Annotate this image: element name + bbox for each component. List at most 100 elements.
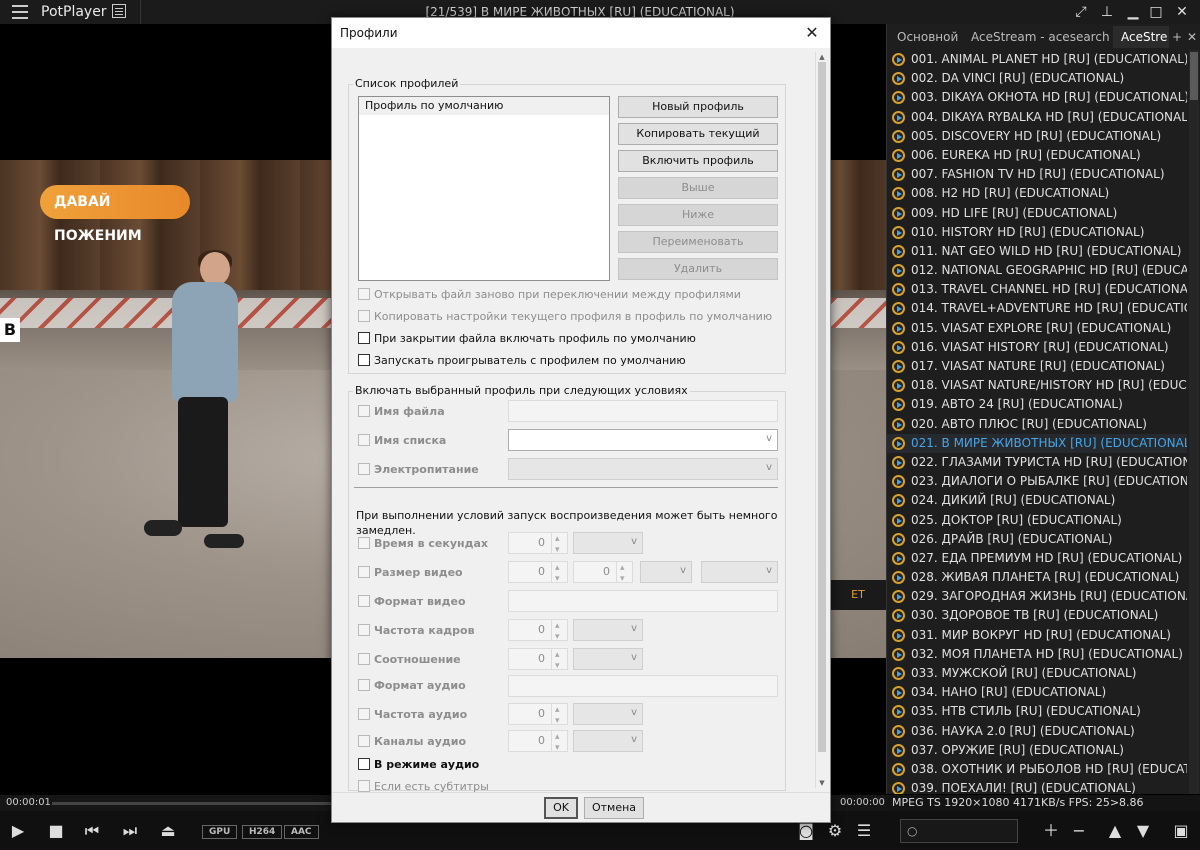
playlist-item[interactable]: 038. ОХОТНИК И РЫБОЛОВ HD [RU] (EDUCATIO… [887,760,1187,779]
move-up-button[interactable]: Выше [618,177,778,199]
playlist-search-input[interactable]: ○ [900,819,1018,843]
tab-acesearch[interactable]: AceStream - acesearch [963,26,1109,48]
play-icon[interactable]: ▶ [8,821,28,841]
playlist-item[interactable]: 021. В МИРЕ ЖИВОТНЫХ [RU] (EDUCATIONAL) [887,433,1187,453]
move-down-icon[interactable]: ▼ [1133,821,1153,841]
audio-channels-checkbox[interactable]: Каналы аудио [358,734,466,750]
playlist-item[interactable]: 016. VIASAT HISTORY [RU] (EDUCATIONAL) [887,338,1187,357]
scroll-down-icon[interactable]: ▼ [817,778,827,788]
listname-checkbox[interactable]: Имя списка [358,433,446,449]
filename-input[interactable] [508,400,778,422]
time-unit-combo[interactable]: v [573,532,643,554]
start-default-checkbox[interactable]: Запускать проигрыватель с профилем по ум… [358,353,686,369]
delete-button[interactable]: Удалить [618,258,778,280]
playlist-item[interactable]: 035. НТВ СТИЛЬ [RU] (EDUCATIONAL) [887,702,1187,721]
audio-rate-checkbox[interactable]: Частота аудио [358,707,467,723]
playlist-item[interactable]: 030. ЗДОРОВОЕ ТВ [RU] (EDUCATIONAL) [887,606,1187,625]
playlist-item[interactable]: 006. EUREKA HD [RU] (EDUCATIONAL) [887,146,1187,165]
scroll-up-icon[interactable]: ▲ [817,52,827,62]
audio-rate-spinner[interactable]: 0 [508,700,568,731]
filename-checkbox[interactable]: Имя файла [358,404,445,420]
eject-icon[interactable]: ⏏ [158,821,178,841]
previous-icon[interactable]: ⏮ [82,821,102,841]
video-format-input[interactable] [508,590,778,612]
listname-combo[interactable]: v [508,429,778,451]
audio-rate-spin-buttons[interactable] [551,700,567,731]
playlist-item[interactable]: 019. АВТО 24 [RU] (EDUCATIONAL) [887,395,1187,414]
audio-channels-combo[interactable]: v [573,730,643,752]
playlist-item[interactable]: 026. ДРАЙВ [RU] (EDUCATIONAL) [887,530,1187,549]
playlist-item[interactable]: 036. НАУКА 2.0 [RU] (EDUCATIONAL) [887,722,1187,741]
audio-mode-checkbox[interactable]: В режиме аудио [358,757,479,773]
playlist-item[interactable]: 010. HISTORY HD [RU] (EDUCATIONAL) [887,223,1187,242]
fullscreen-icon[interactable]: ⤢ [1073,4,1089,20]
time-spinner[interactable]: 0 [508,529,568,560]
playlist-item[interactable]: 029. ЗАГОРОДНАЯ ЖИЗНЬ [RU] (EDUCATIONAL) [887,587,1187,606]
maximize-icon[interactable]: □ [1148,4,1164,20]
default-on-close-checkbox[interactable]: При закрытии файла включать профиль по у… [358,331,696,347]
minimize-icon[interactable]: ▁ [1125,4,1141,20]
playlist-item[interactable]: 011. NAT GEO WILD HD [RU] (EDUCATIONAL) [887,242,1187,261]
playlist-item[interactable]: 012. NATIONAL GEOGRAPHIC HD [RU] (EDUCAT… [887,261,1187,280]
move-down-button[interactable]: Ниже [618,204,778,226]
video-size-unit-combo[interactable]: v [701,561,778,583]
tab-main[interactable]: Основной [889,26,959,48]
gpu-tag[interactable]: GPU [202,825,238,839]
enable-profile-button[interactable]: Включить профиль [618,150,778,172]
playlist-item[interactable]: 017. VIASAT NATURE [RU] (EDUCATIONAL) [887,357,1187,376]
playlist-item[interactable]: 005. DISCOVERY HD [RU] (EDUCATIONAL) [887,127,1187,146]
aspect-combo[interactable]: v [573,648,643,670]
stop-icon[interactable]: ■ [46,821,66,841]
playlist-list[interactable]: 001. ANIMAL PLANET HD [RU] (EDUCATIONAL)… [887,50,1187,794]
playlist-item[interactable]: 008. H2 HD [RU] (EDUCATIONAL) [887,184,1187,203]
audio-rate-combo[interactable]: v [573,703,643,725]
add-item-icon[interactable]: ＋ [1041,821,1061,841]
skin-icon[interactable] [112,4,126,18]
playlist-item[interactable]: 028. ЖИВАЯ ПЛАНЕТА [RU] (EDUCATIONAL) [887,568,1187,587]
playlist-item[interactable]: 004. DIKAYA RYBALKA HD [RU] (EDUCATIONAL… [887,108,1187,127]
audio-format-checkbox[interactable]: Формат аудио [358,678,466,694]
playlist-scroll-thumb[interactable] [1190,52,1198,100]
remove-item-icon[interactable]: − [1069,821,1089,841]
reopen-file-checkbox[interactable]: Открывать файл заново при переключении м… [358,287,741,303]
video-size-checkbox[interactable]: Размер видео [358,565,463,581]
width-spin-buttons[interactable] [551,558,567,589]
close-tab-icon[interactable]: ✕ [1185,26,1199,48]
playlist-item[interactable]: 027. ЕДА ПРЕМИУМ HD [RU] (EDUCATIONAL) [887,549,1187,568]
playlist-item[interactable]: 014. TRAVEL+ADVENTURE HD [RU] (EDUCATION… [887,299,1187,318]
tab-acestream[interactable]: AceStre [1113,26,1169,48]
playlist-item[interactable]: 001. ANIMAL PLANET HD [RU] (EDUCATIONAL) [887,50,1187,69]
power-checkbox[interactable]: Электропитание [358,462,479,478]
new-profile-button[interactable]: Новый профиль [618,96,778,118]
subtitles-checkbox[interactable]: Если есть субтитры [358,779,489,792]
playlist-item[interactable]: 025. ДОКТОР [RU] (EDUCATIONAL) [887,511,1187,530]
playlist-item[interactable]: 039. ПОЕХАЛИ! [RU] (EDUCATIONAL) [887,779,1187,794]
playlist-item[interactable]: 007. FASHION TV HD [RU] (EDUCATIONAL) [887,165,1187,184]
video-width-spinner[interactable]: 0 [508,558,568,589]
playlist-item[interactable]: 031. МИР ВОКРУГ HD [RU] (EDUCATIONAL) [887,626,1187,645]
codec-audio-tag[interactable]: AAC [284,825,319,839]
frame-rate-checkbox[interactable]: Частота кадров [358,623,475,639]
playlist-item[interactable]: 023. ДИАЛОГИ О РЫБАЛКЕ [RU] (EDUCATIONAL… [887,472,1187,491]
playlist-item[interactable]: 013. TRAVEL CHANNEL HD [RU] (EDUCATIONAL… [887,280,1187,299]
playlist-item[interactable]: 034. НАНО [RU] (EDUCATIONAL) [887,683,1187,702]
seek-track[interactable] [52,802,332,805]
rename-button[interactable]: Переименовать [618,231,778,253]
audio-format-input[interactable] [508,675,778,697]
cancel-button[interactable]: Отмена [584,797,644,819]
playlist-item[interactable]: 002. DA VINCI [RU] (EDUCATIONAL) [887,69,1187,88]
copy-settings-checkbox[interactable]: Копировать настройки текущего профиля в … [358,309,772,325]
channels-spin-buttons[interactable] [551,727,567,758]
next-icon[interactable]: ⏭ [120,821,140,841]
playlist-item[interactable]: 015. VIASAT EXPLORE [RU] (EDUCATIONAL) [887,319,1187,338]
aspect-spinner[interactable]: 0 [508,645,568,676]
playlist-item[interactable]: 032. МОЯ ПЛАНЕТА HD [RU] (EDUCATIONAL) [887,645,1187,664]
settings-gear-icon[interactable]: ⚙ [825,821,845,841]
time-checkbox[interactable]: Время в секундах [358,536,488,552]
playlist-item[interactable]: 020. АВТО ПЛЮС [RU] (EDUCATIONAL) [887,415,1187,434]
playlist-scrollbar[interactable] [1189,50,1199,794]
playlist-item[interactable]: 022. ГЛАЗАМИ ТУРИСТА HD [RU] (EDUCATIONA… [887,453,1187,472]
dialog-scroll-thumb[interactable] [818,62,826,752]
dialog-close-icon[interactable]: ✕ [802,23,822,43]
save-playlist-icon[interactable]: ▣ [1171,821,1191,841]
